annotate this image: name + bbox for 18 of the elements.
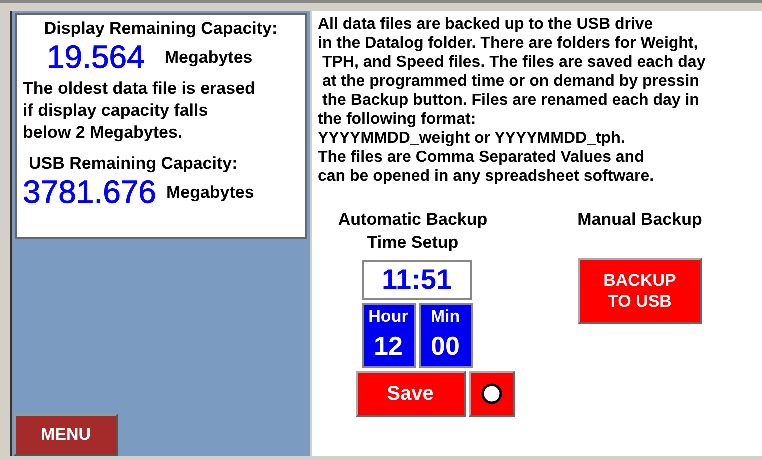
- backup-info-text: All data files are backed up to the USB drive in the Datalog folder. There are folders for Weight, TPH, and Speed files. The files are saved each day at the programmed time or on demand by pressin the Backup button. Files are renamed each day in the following format: YYYYMMDD_weight or YYYYMMDD_tph. The files are Comma Separated Values and can be opened in any spreadsheet software.: [318, 15, 707, 186]
- circle-button[interactable]: [468, 371, 514, 417]
- display-capacity-value: 19.564: [47, 39, 145, 76]
- save-button[interactable]: Save: [356, 371, 466, 417]
- backup-to-usb-button[interactable]: BACKUP TO USB: [578, 258, 702, 324]
- usb-capacity-label: USB Remaining Capacity:: [28, 154, 239, 174]
- circle-icon: [480, 383, 502, 405]
- hour-button[interactable]: Hour 12: [362, 303, 416, 368]
- display-capacity-label: Display Remaining Capacity:: [43, 19, 279, 39]
- menu-button[interactable]: MENU: [14, 414, 118, 456]
- usb-capacity-unit: Megabytes: [166, 182, 254, 202]
- display-capacity-unit: Megabytes: [164, 48, 253, 68]
- time-display: 11:51: [362, 260, 472, 300]
- automatic-backup-heading: Automatic Backup Time Setup: [338, 209, 488, 254]
- capacity-note: The oldest data file is erased if display capacity falls below 2 Megabytes.: [23, 78, 256, 144]
- manual-backup-heading: Manual Backup: [578, 209, 702, 231]
- usb-capacity-value: 3781.676: [23, 174, 156, 211]
- minute-button[interactable]: Min 00: [418, 303, 472, 368]
